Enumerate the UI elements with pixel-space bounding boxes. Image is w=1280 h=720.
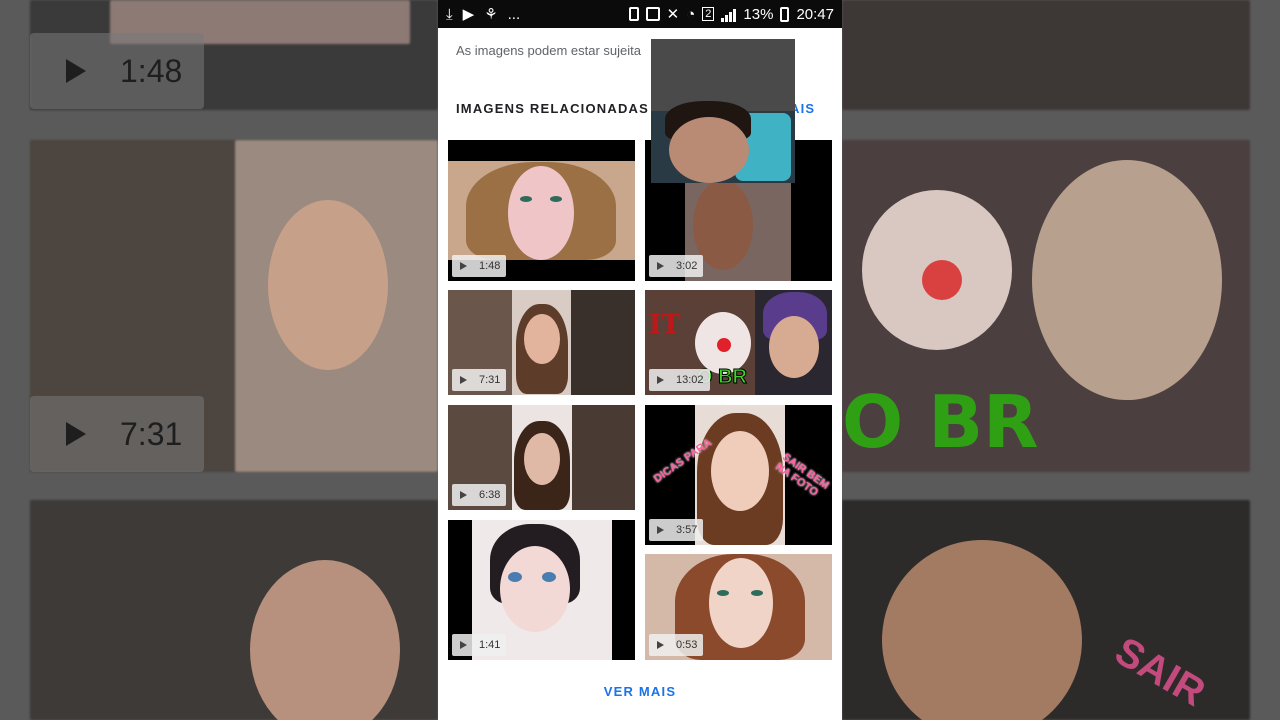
video-thumbnail[interactable]: 7:31 xyxy=(448,290,635,395)
bg-duration-badge: 1:48 xyxy=(30,33,204,109)
clock: 20:47 xyxy=(796,5,834,23)
related-images-heading: IMAGENS RELACIONADAS xyxy=(456,101,650,116)
play-icon xyxy=(460,641,467,649)
alarm-icon xyxy=(628,7,639,21)
thumbnail-image xyxy=(571,290,635,395)
thumbnail-face xyxy=(711,431,769,511)
play-icon xyxy=(657,376,664,384)
battery-icon xyxy=(780,6,790,22)
mute-icon: ✕ xyxy=(666,6,680,23)
video-thumbnail[interactable]: 1:48 xyxy=(448,140,635,281)
it-logo: IT xyxy=(649,310,681,340)
play-icon xyxy=(66,59,86,83)
clown-nose xyxy=(717,338,731,352)
bg-face xyxy=(1032,160,1222,400)
duration-badge: 1:48 xyxy=(452,255,507,277)
duration-label: 1:48 xyxy=(479,260,501,272)
thumbnail-eye xyxy=(520,196,532,202)
thumbnail-face xyxy=(500,546,570,632)
notification-icons: ⤓ ▶ ⚘ ... xyxy=(446,5,521,24)
thumbnail-face xyxy=(524,314,560,364)
video-thumbnail[interactable]: 6:38 xyxy=(448,405,635,510)
duration-badge: 7:31 xyxy=(452,369,507,391)
play-icon xyxy=(460,491,467,499)
more-notifications: ... xyxy=(507,5,521,23)
duration-label: 6:38 xyxy=(479,489,501,501)
thumbnail-eye xyxy=(751,590,763,596)
duration-badge: 13:02 xyxy=(649,369,710,391)
play-icon xyxy=(657,641,664,649)
duration-badge: 6:38 xyxy=(452,484,507,506)
thumbnail-eye xyxy=(542,572,556,582)
duration-label: 1:41 xyxy=(479,639,501,651)
status-bar: ⤓ ▶ ⚘ ... ✕ ◔ 2 13% 20:47 xyxy=(438,0,842,28)
duration-badge: 3:57 xyxy=(649,519,704,541)
duration-badge: 3:02 xyxy=(649,255,704,277)
facecam-overlay xyxy=(651,39,795,183)
thumbnail-face xyxy=(709,558,773,648)
play-icon xyxy=(460,262,467,270)
video-thumbnail[interactable]: 0:53 xyxy=(645,554,832,660)
system-icons: ✕ ◔ 2 13% 20:47 xyxy=(628,5,834,23)
bg-duration: 7:31 xyxy=(120,415,183,452)
see-more-button[interactable]: VER MAIS xyxy=(438,684,842,699)
bg-face xyxy=(268,200,388,370)
bg-nose xyxy=(922,260,962,300)
duration-label: 13:02 xyxy=(676,374,704,386)
thumbnail-face xyxy=(769,316,819,378)
background-right: O BR SAIR xyxy=(842,0,1280,720)
thumbnail-eye xyxy=(717,590,729,596)
bg-overlay-text: O BR xyxy=(842,380,1039,464)
sim-indicator: 2 xyxy=(702,7,715,21)
facecam-face xyxy=(669,117,749,183)
bg-tile xyxy=(842,0,1250,110)
play-icon xyxy=(657,526,664,534)
play-icon xyxy=(460,376,467,384)
bg-duration: 1:48 xyxy=(120,52,183,89)
background-left: 1:48 7:31 xyxy=(0,0,438,720)
video-thumbnail[interactable]: DICAS PARA SAIR BEM NA FOTO 3:57 xyxy=(645,405,832,545)
screen-mirror-icon xyxy=(645,7,660,21)
app-icon: ⚘ xyxy=(484,6,498,23)
play-icon xyxy=(657,262,664,270)
duration-badge: 0:53 xyxy=(649,634,704,656)
video-frame: 1:48 7:31 O BR SAIR ⤓ ▶ ⚘ ... ✕ ◔ 2 13% … xyxy=(0,0,1280,720)
bg-duration-badge: 7:31 xyxy=(30,396,204,472)
video-thumbnail[interactable]: 1:41 xyxy=(448,520,635,660)
duration-label: 3:57 xyxy=(676,524,698,536)
thumbnail-image xyxy=(572,405,635,510)
thumbnail-face xyxy=(524,433,560,485)
cast-icon: ▶ xyxy=(462,6,475,23)
duration-badge: 1:41 xyxy=(452,634,507,656)
play-icon xyxy=(66,422,86,446)
download-icon: ⤓ xyxy=(446,5,453,23)
video-thumbnail[interactable]: IT O BR 13:02 xyxy=(645,290,832,395)
thumbnail-face xyxy=(508,166,574,260)
wifi-icon: ◔ xyxy=(686,5,696,23)
duration-label: 0:53 xyxy=(676,639,698,651)
image-disclaimer: As imagens podem estar sujeita xyxy=(456,43,641,58)
signal-icon xyxy=(721,6,737,22)
thumbnail-eye xyxy=(550,196,562,202)
duration-label: 3:02 xyxy=(676,260,698,272)
thumbnail-eye xyxy=(508,572,522,582)
duration-label: 7:31 xyxy=(479,374,501,386)
battery-percent: 13% xyxy=(743,5,774,23)
